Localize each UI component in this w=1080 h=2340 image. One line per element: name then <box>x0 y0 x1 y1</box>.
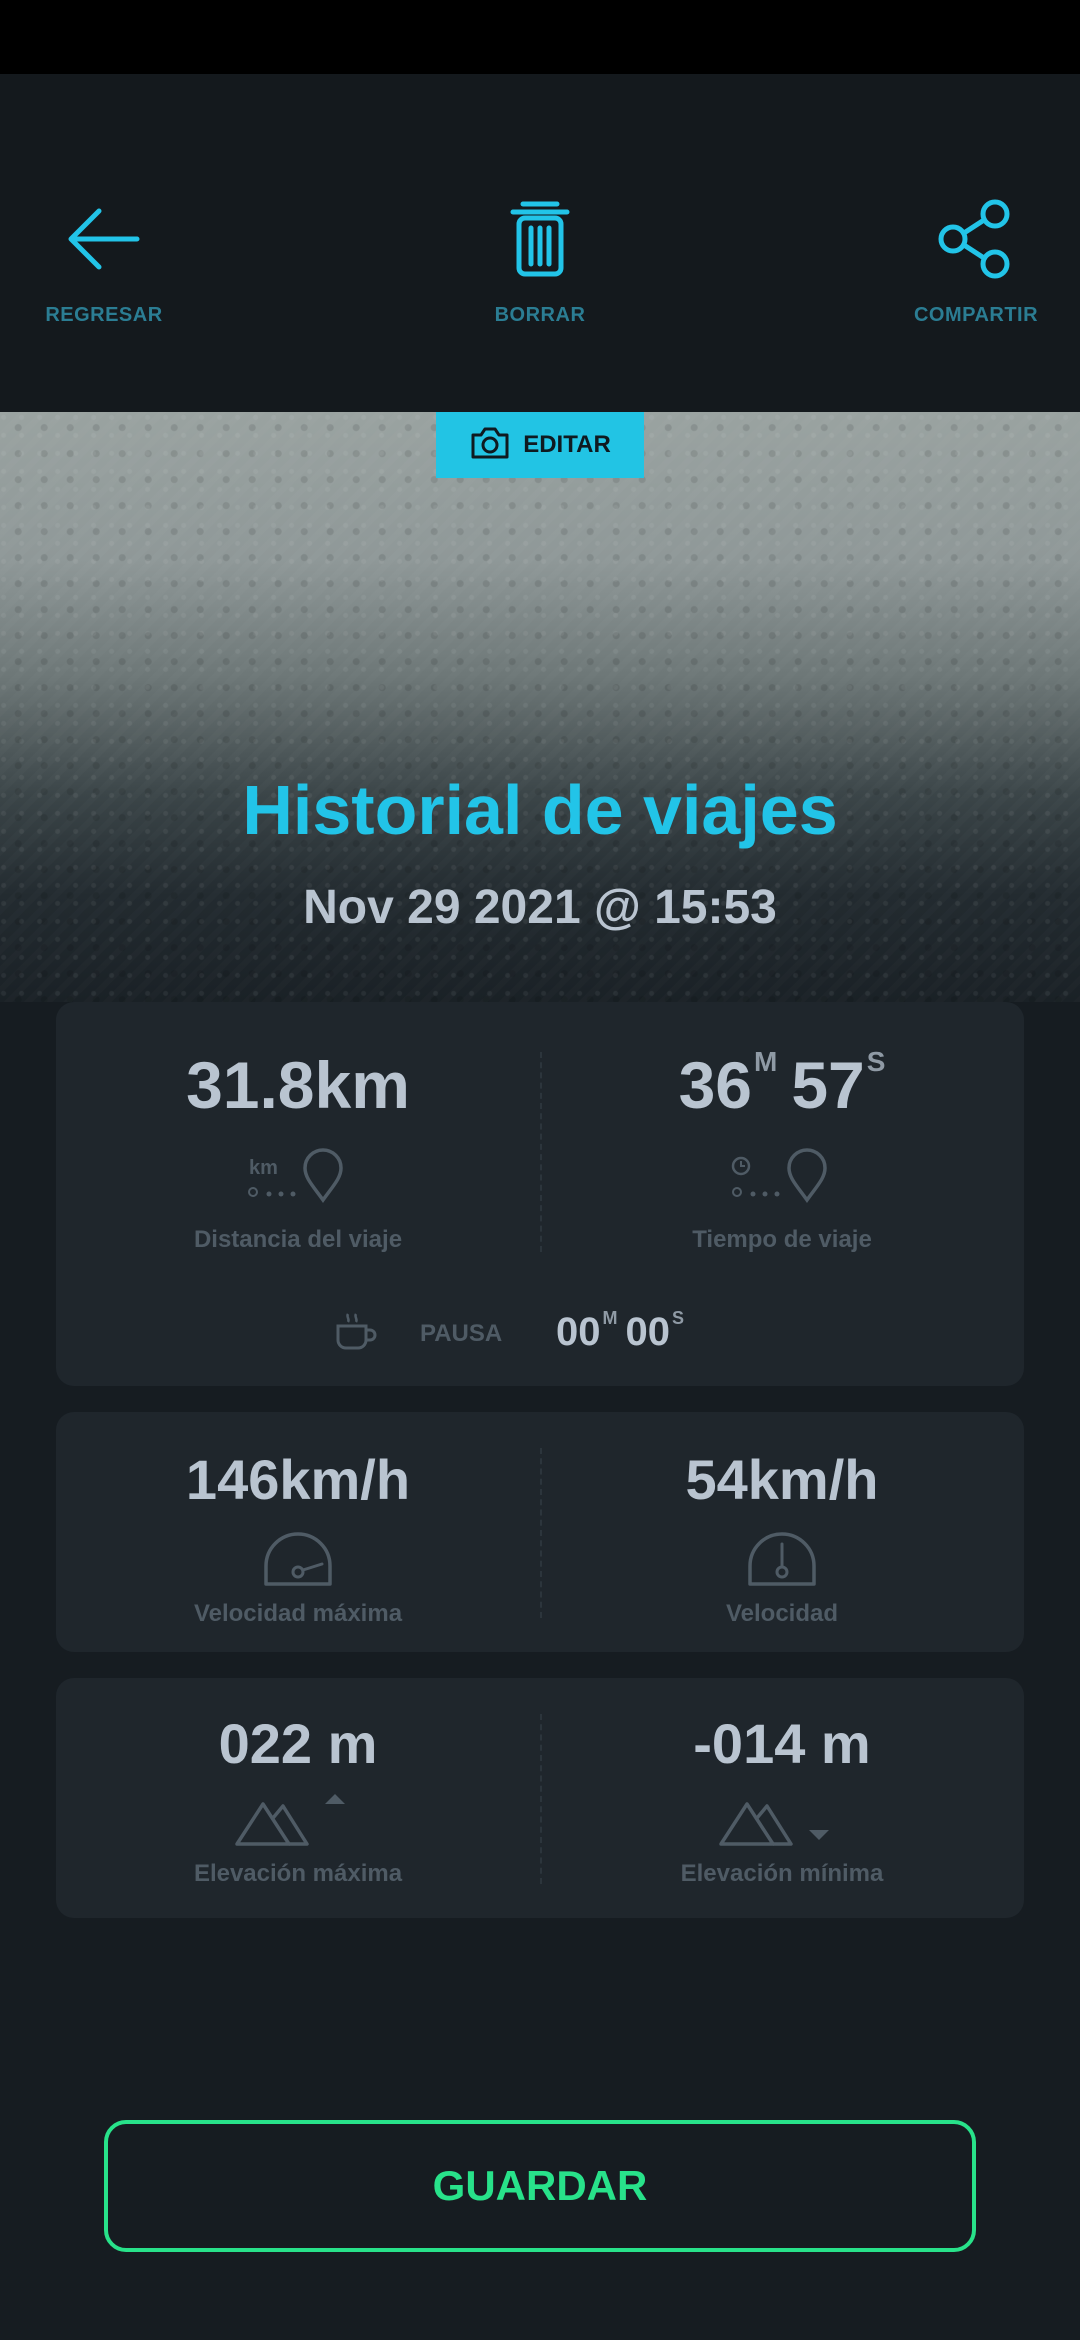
pause-minutes-unit: M <box>602 1308 618 1328</box>
page-title: Historial de viajes <box>242 771 838 849</box>
coffee-cup-icon <box>334 1312 378 1357</box>
avg-speed-caption: Velocidad <box>725 1600 839 1627</box>
time-minutes: 36 <box>678 1048 752 1122</box>
back-label: REGRESAR <box>45 304 163 326</box>
pause-label: PAUSA <box>420 1320 503 1347</box>
delete-button[interactable]: BORRAR <box>420 194 660 327</box>
share-icon <box>931 194 1021 284</box>
pause-minutes: 00 <box>556 1310 601 1354</box>
distance-icon-unit: km <box>249 1157 278 1179</box>
max-speed-caption: Velocidad máxima <box>193 1600 403 1627</box>
max-elevation-caption: Elevación máxima <box>193 1860 403 1887</box>
time-seconds: 57 <box>791 1048 865 1122</box>
share-label: COMPARTIR <box>913 304 1039 326</box>
avg-speed-stat: 54km/h Velocidad <box>540 1452 1024 1628</box>
avg-speed-value: 54km/h <box>685 1448 879 1511</box>
distance-value: 31.8km <box>186 1048 410 1122</box>
distance-caption: Distancia del viaje <box>193 1226 403 1253</box>
elevation-card: 022 m Elevación máxima -014 m Elevación … <box>56 1678 1024 1918</box>
pause-seconds: 00 <box>625 1310 671 1354</box>
min-elevation-caption: Elevación mínima <box>680 1860 884 1887</box>
status-bar <box>0 0 1080 74</box>
mountain-up-icon <box>56 1788 540 1848</box>
trash-icon <box>495 194 585 284</box>
min-elevation-stat: -014 m Elevación mínima <box>540 1716 1024 1888</box>
distance-pin-icon: km <box>56 1146 540 1208</box>
min-elevation-value: -014 m <box>693 1712 871 1775</box>
max-elevation-value: 022 m <box>218 1712 378 1775</box>
time-pin-icon <box>540 1146 1024 1208</box>
speedometer-max-icon <box>56 1526 540 1590</box>
camera-icon <box>469 426 511 465</box>
time-stat: 36M 57S Tiempo de viaje <box>540 1048 1024 1254</box>
distance-stat: 31.8km km Distancia del viaje <box>56 1052 540 1254</box>
time-seconds-unit: S <box>866 1046 886 1077</box>
pause-duration: 00 M 00 S <box>556 1308 692 1355</box>
trip-datetime: Nov 29 2021 @ 15:53 <box>303 881 777 934</box>
edit-label: EDITAR <box>523 431 611 458</box>
mountain-down-icon <box>540 1788 1024 1848</box>
arrow-left-icon <box>59 194 149 284</box>
share-button[interactable]: COMPARTIR <box>856 194 1080 327</box>
save-button[interactable]: GUARDAR <box>104 2120 976 2252</box>
time-minutes-unit: M <box>753 1046 778 1077</box>
max-elevation-stat: 022 m Elevación máxima <box>56 1716 540 1888</box>
speedometer-icon <box>540 1526 1024 1590</box>
pause-row: PAUSA 00 M 00 S <box>56 1302 1024 1362</box>
time-caption: Tiempo de viaje <box>692 1226 872 1253</box>
max-speed-value: 146km/h <box>185 1448 411 1511</box>
trip-summary-card: 31.8km km Distancia del viaje 36M 57S Tie… <box>56 1002 1024 1386</box>
max-speed-stat: 146km/h Velocidad máxima <box>56 1452 540 1628</box>
delete-label: BORRAR <box>494 304 586 326</box>
back-button[interactable]: REGRESAR <box>0 194 224 327</box>
pause-seconds-unit: S <box>672 1308 685 1328</box>
edit-photo-button[interactable]: EDITAR <box>436 412 644 478</box>
speed-card: 146km/h Velocidad máxima 54km/h Velocida… <box>56 1412 1024 1652</box>
